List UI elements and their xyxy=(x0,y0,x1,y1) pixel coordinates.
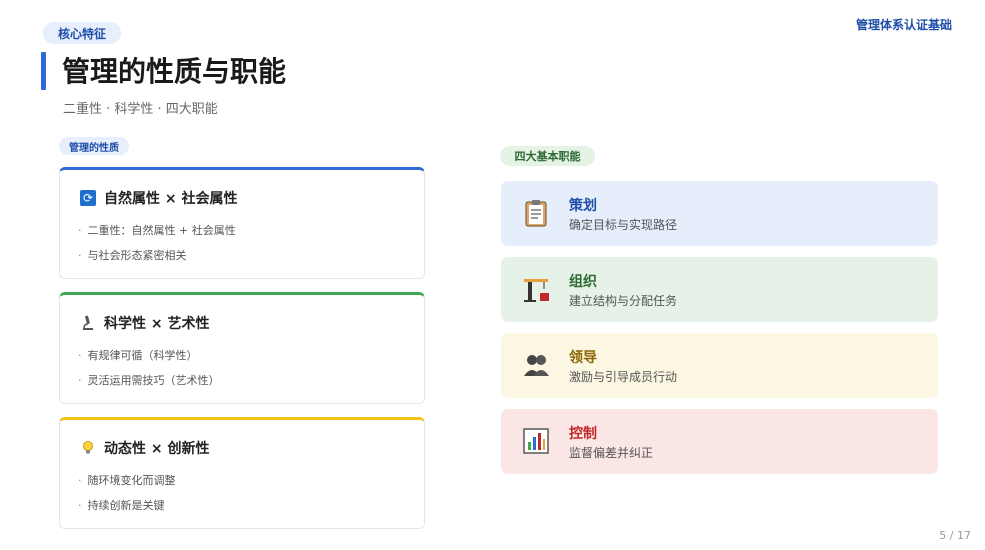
card-bullet: 二重性：自然属性 + 社会属性 xyxy=(78,222,236,238)
function-name: 领导 xyxy=(569,350,597,366)
card-bullet: 与社会形态紧密相关 xyxy=(78,247,187,263)
function-name: 组织 xyxy=(569,274,597,290)
card-bullet: 有规律可循（科学性） xyxy=(78,347,198,363)
function-desc: 激励与引导成员行动 xyxy=(569,370,678,384)
page-number: 5 / 17 xyxy=(939,529,971,542)
page-subtitle: 二重性 · 科学性 · 四大职能 xyxy=(63,102,218,117)
function-item-controlling: 控制 监督偏差并纠正 xyxy=(501,409,938,474)
card-bullet: 灵活运用需技巧（艺术性） xyxy=(78,372,220,388)
function-item-organizing: 组织 建立结构与分配任务 xyxy=(501,257,938,322)
function-name: 控制 xyxy=(569,426,597,442)
microscope-icon xyxy=(80,315,96,331)
card-title: 科学性 × 艺术性 xyxy=(104,316,210,332)
card-bullet: 持续创新是关键 xyxy=(78,497,165,513)
clipboard-icon xyxy=(522,199,550,227)
lightbulb-icon xyxy=(80,440,96,456)
card-title: 动态性 × 创新性 xyxy=(104,441,210,457)
title-accent-bar xyxy=(41,52,46,90)
nature-card: 动态性 × 创新性 随环境变化而调整 持续创新是关键 xyxy=(59,417,425,529)
nature-card: ⟳ 自然属性 × 社会属性 二重性：自然属性 + 社会属性 与社会形态紧密相关 xyxy=(59,167,425,279)
course-title: 管理体系认证基础 xyxy=(855,18,952,32)
page-title: 管理的性质与职能 xyxy=(62,55,287,88)
functions-section-label: 四大基本职能 xyxy=(500,146,595,166)
nature-card: 科学性 × 艺术性 有规律可循（科学性） 灵活运用需技巧（艺术性） xyxy=(59,292,425,404)
function-item-leading: 领导 激励与引导成员行动 xyxy=(501,333,938,398)
cycle-icon: ⟳ xyxy=(80,190,96,206)
function-desc: 监督偏差并纠正 xyxy=(569,446,654,460)
nature-section-label: 管理的性质 xyxy=(59,137,129,155)
section-tag: 核心特征 xyxy=(43,22,121,44)
function-desc: 确定目标与实现路径 xyxy=(569,218,678,232)
card-bullet: 随环境变化而调整 xyxy=(78,472,176,488)
function-item-planning: 策划 确定目标与实现路径 xyxy=(501,181,938,246)
function-desc: 建立结构与分配任务 xyxy=(569,294,678,308)
card-title: 自然属性 × 社会属性 xyxy=(104,191,238,207)
function-name: 策划 xyxy=(569,198,597,214)
bar-chart-icon xyxy=(522,427,550,455)
crane-icon xyxy=(522,275,550,303)
people-icon xyxy=(522,351,550,379)
